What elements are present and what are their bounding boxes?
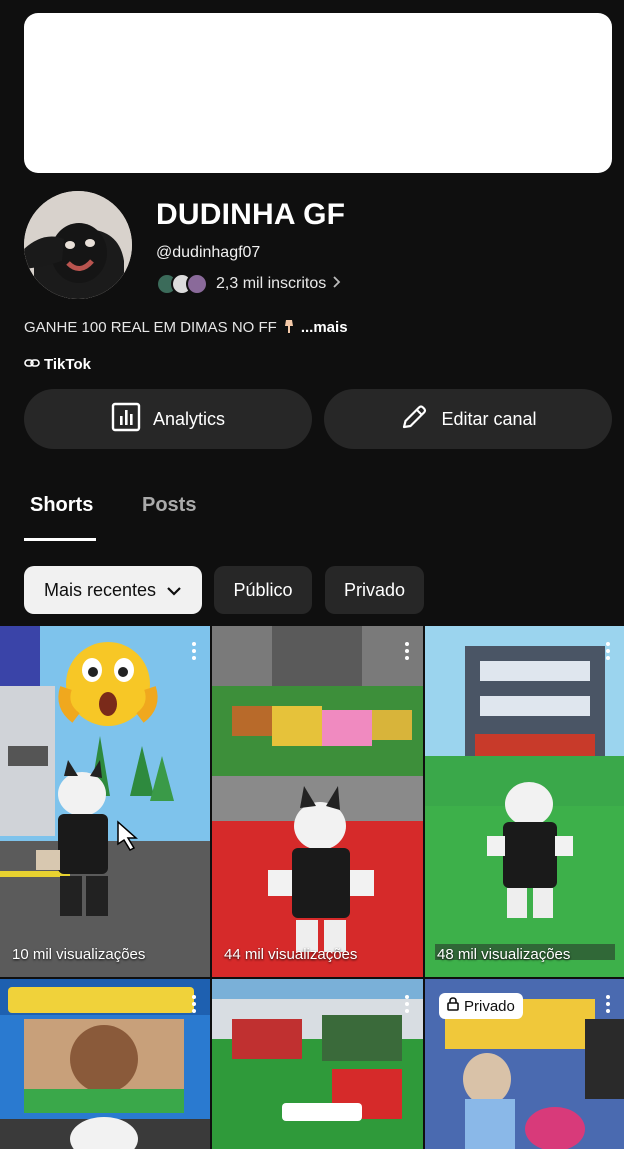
chevron-right-icon xyxy=(332,275,342,293)
tab-posts[interactable]: Posts xyxy=(142,494,196,517)
edit-channel-button[interactable]: Editar canal xyxy=(324,389,612,449)
short-video-tile[interactable]: 48 mil visualizações xyxy=(425,626,624,977)
more-vert-icon[interactable] xyxy=(192,995,196,1013)
subscribers-row[interactable]: 2,3 mil inscritos xyxy=(156,270,342,298)
channel-avatar[interactable] xyxy=(24,191,132,299)
more-vert-icon[interactable] xyxy=(606,642,610,660)
view-count: 10 mil visualizações xyxy=(12,946,146,963)
tiktok-link[interactable]: TikTok xyxy=(24,356,91,373)
more-vert-icon[interactable] xyxy=(192,642,196,660)
view-count: 44 mil visualizações xyxy=(224,946,358,963)
short-video-tile[interactable] xyxy=(212,979,423,1149)
edit-channel-label: Editar canal xyxy=(441,408,537,429)
analytics-label: Analytics xyxy=(152,408,226,429)
view-count: 48 mil visualizações xyxy=(437,946,571,963)
subscriber-avatar xyxy=(186,273,208,295)
lock-icon xyxy=(447,997,464,1015)
link-label: TikTok xyxy=(44,356,91,373)
short-video-tile[interactable]: Privado xyxy=(425,979,624,1149)
short-thumbnail xyxy=(0,979,210,1149)
short-thumbnail xyxy=(212,979,423,1149)
pointing-down-emoji-icon xyxy=(281,318,297,337)
sort-recent-dropdown[interactable]: Mais recentes xyxy=(24,566,202,614)
description-text: GANHE 100 REAL EM DIMAS NO FF xyxy=(24,319,277,336)
short-video-tile[interactable] xyxy=(0,979,210,1149)
short-thumbnail xyxy=(212,626,423,977)
short-thumbnail xyxy=(425,626,624,977)
channel-name: DUDINHA GF xyxy=(156,198,346,231)
more-vert-icon[interactable] xyxy=(606,995,610,1013)
channel-tabs: Shorts Posts xyxy=(0,486,624,542)
subscriber-avatars xyxy=(156,273,208,295)
channel-banner xyxy=(24,13,612,173)
link-icon xyxy=(24,356,44,373)
subscriber-count: 2,3 mil inscritos xyxy=(216,275,327,292)
description-more-link[interactable]: ...mais xyxy=(301,319,348,336)
analytics-button[interactable]: Analytics xyxy=(24,389,312,449)
short-video-tile[interactable]: 44 mil visualizações xyxy=(212,626,423,977)
channel-description[interactable]: GANHE 100 REAL EM DIMAS NO FF ...mais xyxy=(24,318,348,337)
chevron-down-icon xyxy=(156,580,182,601)
pencil-icon xyxy=(399,402,441,437)
private-badge-label: Privado xyxy=(464,997,515,1015)
active-tab-indicator xyxy=(24,538,96,541)
channel-page: DUDINHA GF @dudinhagf07 2,3 mil inscrito… xyxy=(0,0,624,1149)
more-vert-icon[interactable] xyxy=(405,995,409,1013)
short-video-tile[interactable]: 10 mil visualizações xyxy=(0,626,210,977)
filter-private-chip[interactable]: Privado xyxy=(325,566,424,614)
sort-recent-label: Mais recentes xyxy=(43,579,157,600)
more-vert-icon[interactable] xyxy=(405,642,409,660)
filter-public-chip[interactable]: Público xyxy=(214,566,312,614)
channel-handle: @dudinhagf07 xyxy=(156,244,261,261)
shorts-grid: 10 mil visualizações 44 mil visualizaçõe… xyxy=(0,626,624,1149)
tab-shorts[interactable]: Shorts xyxy=(30,494,93,517)
short-thumbnail xyxy=(0,626,210,977)
private-badge: Privado xyxy=(439,993,523,1019)
analytics-icon xyxy=(111,402,153,437)
